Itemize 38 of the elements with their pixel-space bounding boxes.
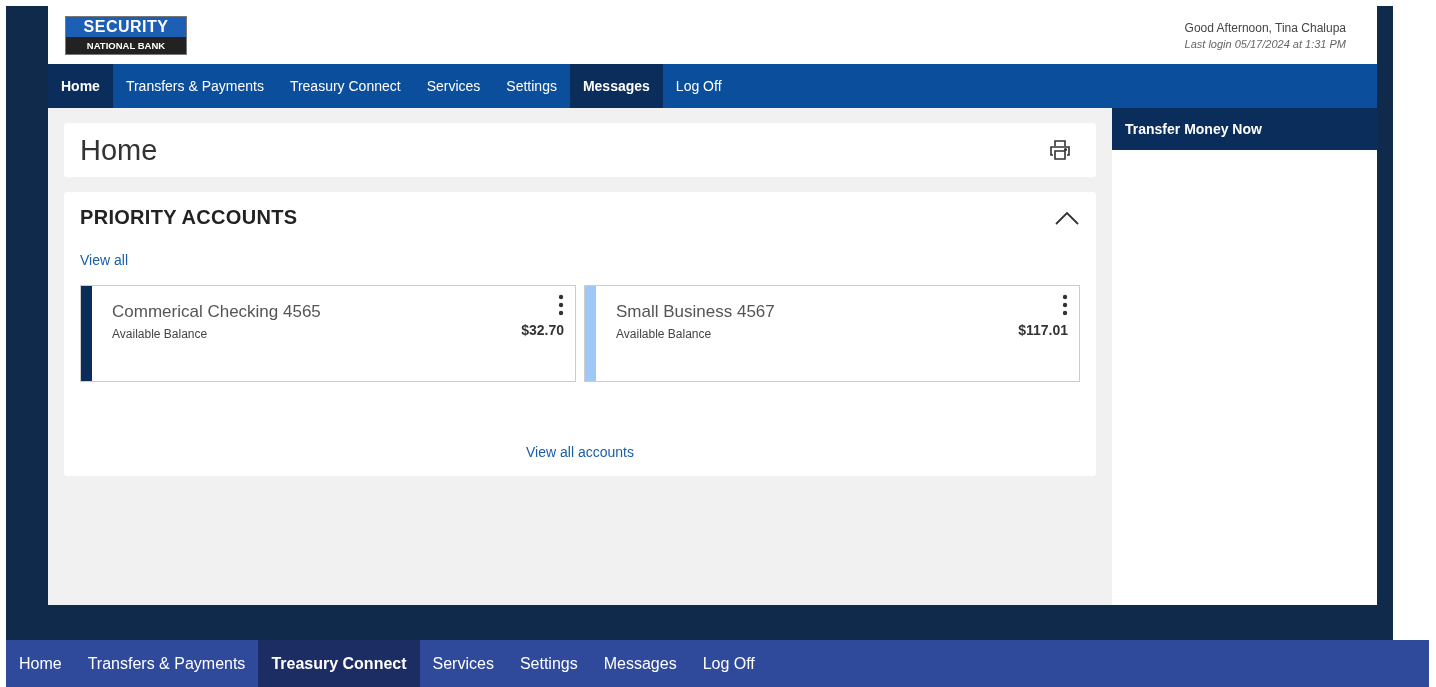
nav-tab[interactable]: Messages bbox=[569, 64, 663, 108]
balance-label: Available Balance bbox=[616, 327, 713, 341]
more-icon bbox=[558, 294, 564, 316]
view-all-link[interactable]: View all bbox=[80, 252, 128, 268]
nav-tab[interactable]: Home bbox=[48, 64, 113, 108]
nav-tab[interactable]: Services bbox=[413, 64, 494, 108]
balance-amount: $117.01 bbox=[1018, 322, 1068, 338]
section-title: PRIORITY ACCOUNTS bbox=[80, 206, 298, 229]
side-panel-title: Transfer Money Now bbox=[1112, 108, 1377, 150]
nav-tab[interactable]: Log Off bbox=[689, 640, 768, 687]
nav-tab[interactable]: Services bbox=[419, 640, 507, 687]
nav-tab[interactable]: Settings bbox=[506, 640, 591, 687]
greeting-text: Good Afternoon, Tina Chalupa bbox=[1184, 20, 1346, 35]
nav-tab[interactable]: Settings bbox=[493, 64, 570, 108]
nav-tab[interactable]: Treasury Connect bbox=[258, 640, 420, 687]
page-title: Home bbox=[80, 133, 158, 167]
nav-tab[interactable]: Home bbox=[6, 640, 75, 687]
last-login-text: Last login 05/17/2024 at 1:31 PM bbox=[1184, 37, 1346, 50]
account-name: Small Business 4567 bbox=[616, 302, 775, 322]
account-name: Commerical Checking 4565 bbox=[112, 302, 321, 322]
chevron-icon bbox=[1054, 209, 1080, 226]
bank-logo: SECURITY NATIONAL BANK bbox=[65, 15, 187, 55]
print-button[interactable] bbox=[1048, 138, 1072, 162]
more-icon bbox=[1062, 294, 1068, 316]
balance-amount: $32.70 bbox=[521, 322, 564, 338]
nav-tab[interactable]: Log Off bbox=[662, 64, 735, 108]
view-all-accounts-link[interactable]: View all accounts bbox=[526, 444, 634, 460]
nav-tab[interactable]: Messages bbox=[590, 640, 690, 687]
collapse-button[interactable] bbox=[1054, 209, 1080, 226]
nav-tab[interactable]: Treasury Connect bbox=[276, 64, 414, 108]
account-card[interactable]: Small Business 4567 Available Balance $117.01 bbox=[584, 285, 1080, 382]
more-button[interactable] bbox=[1062, 294, 1068, 316]
account-card[interactable]: Commerical Checking 4565 Available Balance $32.70 bbox=[80, 285, 576, 382]
nav-tab[interactable]: Transfers & Payments bbox=[74, 640, 259, 687]
more-button[interactable] bbox=[558, 294, 564, 316]
nav-tab[interactable]: Transfers & Payments bbox=[112, 64, 277, 108]
balance-label: Available Balance bbox=[112, 327, 209, 341]
printer-icon bbox=[1048, 138, 1072, 162]
